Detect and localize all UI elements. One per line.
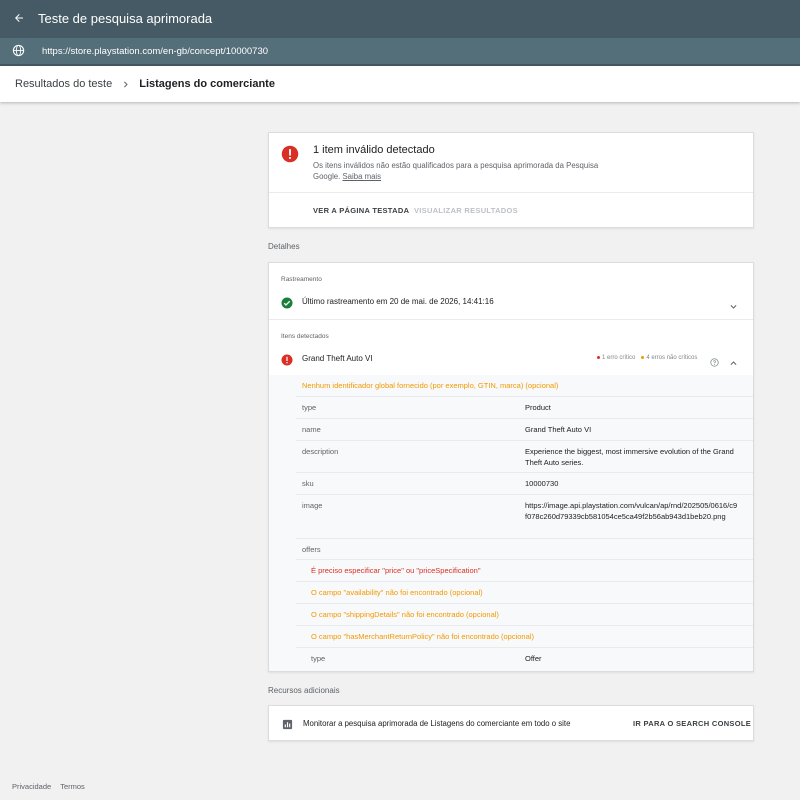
divider xyxy=(269,192,753,193)
item-name[interactable]: Grand Theft Auto VI xyxy=(302,354,373,363)
summary-description: Os itens inválidos não estão qualificado… xyxy=(313,161,599,181)
check-circle-icon xyxy=(281,296,293,309)
table-row: type Product xyxy=(296,397,753,419)
error-icon xyxy=(281,145,299,163)
property-key: sku xyxy=(302,479,314,488)
resources-card: Monitorar a pesquisa aprimorada de Lista… xyxy=(268,705,754,741)
property-key: type xyxy=(302,403,317,412)
offers-label: offers xyxy=(302,545,321,554)
property-key: name xyxy=(302,425,321,434)
breadcrumb-parent[interactable]: Resultados do teste xyxy=(15,78,112,90)
price-error: É preciso especificar "price" ou "priceS… xyxy=(311,566,481,575)
table-row: O campo "availability" não foi encontrad… xyxy=(296,582,753,604)
details-section-label: Detalhes xyxy=(268,242,300,251)
critical-dot xyxy=(597,355,600,359)
table-row: type Offer xyxy=(296,648,753,669)
property-value: Offer xyxy=(525,654,542,663)
chevron-down-icon[interactable] xyxy=(729,298,739,309)
summary-card: 1 item inválido detectado Os itens invál… xyxy=(268,132,754,228)
table-row: O campo "shippingDetails" não foi encont… xyxy=(296,604,753,626)
view-tested-page-button[interactable]: VER A PÁGINA TESTADA xyxy=(313,206,409,215)
crawl-label: Rastreamento xyxy=(281,276,322,283)
chevron-up-icon[interactable] xyxy=(729,355,739,365)
noncritical-error-count: 4 erros não críticos xyxy=(641,355,697,361)
resources-section-label: Recursos adicionais xyxy=(268,686,340,695)
search-console-link[interactable]: IR PARA O SEARCH CONSOLE xyxy=(633,719,751,728)
crawl-status: Último rastreamento em 20 de mai. de 202… xyxy=(302,297,494,306)
return-policy-warning: O campo "hasMerchantReturnPolicy" não fo… xyxy=(311,632,534,641)
error-legend: 1 erro crítico 4 erros não críticos xyxy=(597,355,697,361)
table-row: image https://image.api.playstation.com/… xyxy=(296,495,753,539)
chevron-right-icon xyxy=(121,80,130,89)
table-row: O campo "hasMerchantReturnPolicy" não fo… xyxy=(296,626,753,648)
item-properties-table: Nenhum identificador global fornecido (p… xyxy=(269,375,753,671)
help-icon[interactable] xyxy=(710,354,720,367)
breadcrumb-current: Listagens do comerciante xyxy=(139,78,275,90)
back-arrow-icon[interactable] xyxy=(2,1,36,35)
resources-text: Monitorar a pesquisa aprimorada de Lista… xyxy=(303,719,571,728)
shipping-warning: O campo "shippingDetails" não foi encont… xyxy=(311,610,499,619)
url-bar: https://store.playstation.com/en-gb/conc… xyxy=(0,38,800,64)
critical-error-count: 1 erro crítico xyxy=(597,355,635,361)
table-row: offers xyxy=(296,539,753,560)
app-title: Teste de pesquisa aprimorada xyxy=(38,10,213,26)
privacy-link[interactable]: Privacidade xyxy=(12,782,51,791)
property-key: description xyxy=(302,447,339,456)
view-results-button[interactable]: VISUALIZAR RESULTADOS xyxy=(414,206,518,215)
table-row: Nenhum identificador global fornecido (p… xyxy=(296,375,753,397)
detected-items-label: Itens detectados xyxy=(281,333,329,340)
property-value: https://image.api.playstation.com/vulcan… xyxy=(525,501,738,521)
terms-link[interactable]: Termos xyxy=(60,782,85,791)
availability-warning: O campo "availability" não foi encontrad… xyxy=(311,588,483,597)
divider xyxy=(269,319,753,320)
error-icon xyxy=(281,353,293,366)
property-value: Product xyxy=(525,403,551,412)
global-id-warning: Nenhum identificador global fornecido (p… xyxy=(302,381,559,390)
table-row: sku 10000730 xyxy=(296,473,753,495)
learn-more-link[interactable]: Saiba mais xyxy=(342,172,381,181)
property-value: Experience the biggest, most immersive e… xyxy=(525,447,734,467)
table-row: name Grand Theft Auto VI xyxy=(296,419,753,441)
breadcrumb: Resultados do teste Listagens do comerci… xyxy=(0,66,800,102)
summary-title: 1 item inválido detectado xyxy=(313,144,435,156)
details-card: Rastreamento Último rastreamento em 20 d… xyxy=(268,262,754,672)
footer: Privacidade Termos xyxy=(12,782,85,791)
tested-url: https://store.playstation.com/en-gb/conc… xyxy=(42,45,269,57)
noncritical-dot xyxy=(641,355,645,359)
globe-icon xyxy=(12,44,26,58)
property-key: type xyxy=(311,654,326,663)
table-row: description Experience the biggest, most… xyxy=(296,441,753,473)
property-key: image xyxy=(302,501,323,510)
table-row: É preciso especificar "price" ou "priceS… xyxy=(296,560,753,582)
chart-icon xyxy=(282,717,294,730)
property-value: 10000730 xyxy=(525,479,559,488)
property-value: Grand Theft Auto VI xyxy=(525,425,592,434)
